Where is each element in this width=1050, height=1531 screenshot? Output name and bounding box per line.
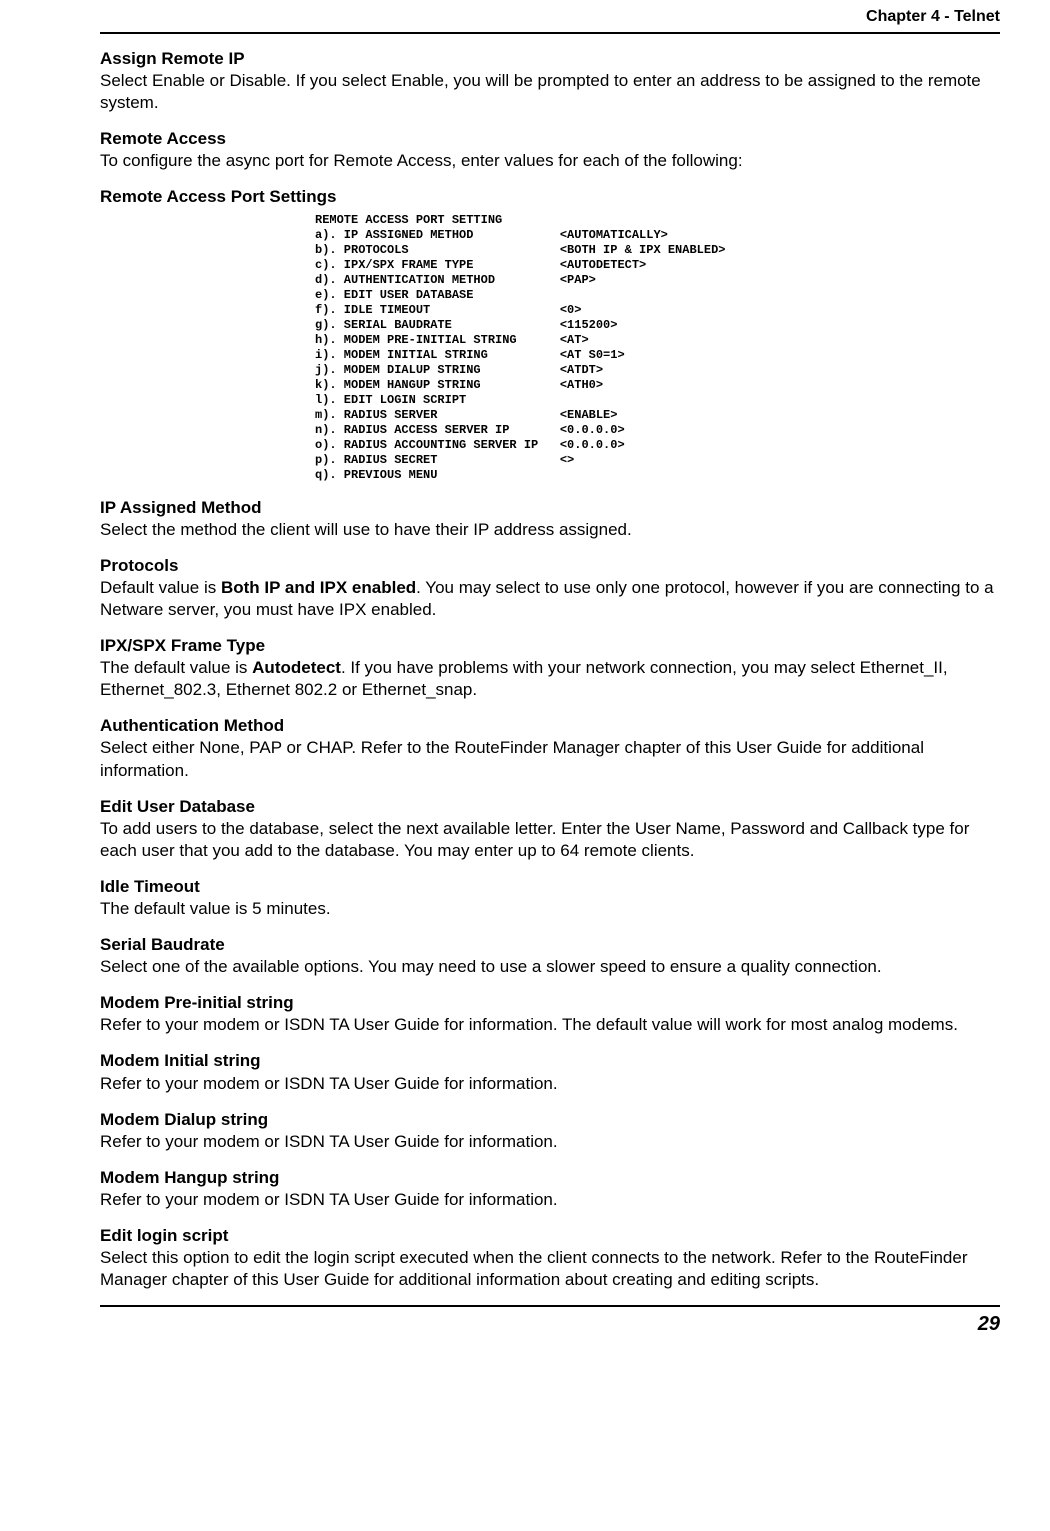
- section-ipx-spx-frame-type: IPX/SPX Frame Type The default value is …: [100, 635, 1000, 701]
- section-title: Authentication Method: [100, 715, 1000, 737]
- section-body: Select Enable or Disable. If you select …: [100, 70, 1000, 114]
- section-body: Refer to your modem or ISDN TA User Guid…: [100, 1189, 1000, 1211]
- text-prefix: Default value is: [100, 578, 221, 597]
- terminal-screenshot: REMOTE ACCESS PORT SETTING a). IP ASSIGN…: [315, 213, 1000, 483]
- section-title: Edit login script: [100, 1225, 1000, 1247]
- section-body: Refer to your modem or ISDN TA User Guid…: [100, 1014, 1000, 1036]
- section-title: Modem Dialup string: [100, 1109, 1000, 1131]
- page-header: Chapter 4 - Telnet: [100, 0, 1000, 34]
- section-modem-hangup: Modem Hangup string Refer to your modem …: [100, 1167, 1000, 1211]
- section-body: Refer to your modem or ISDN TA User Guid…: [100, 1131, 1000, 1153]
- section-title: Serial Baudrate: [100, 934, 1000, 956]
- section-body: Select one of the available options. You…: [100, 956, 1000, 978]
- section-title: Remote Access: [100, 128, 1000, 150]
- section-remote-access: Remote Access To configure the async por…: [100, 128, 1000, 172]
- section-title: IPX/SPX Frame Type: [100, 635, 1000, 657]
- chapter-label: Chapter 4 - Telnet: [866, 8, 1000, 25]
- section-body: Select this option to edit the login scr…: [100, 1247, 1000, 1291]
- section-edit-user-database: Edit User Database To add users to the d…: [100, 796, 1000, 862]
- section-title: IP Assigned Method: [100, 497, 1000, 519]
- section-body: To add users to the database, select the…: [100, 818, 1000, 862]
- section-title: Assign Remote IP: [100, 48, 1000, 70]
- section-authentication-method: Authentication Method Select either None…: [100, 715, 1000, 781]
- page-footer: 29: [100, 1305, 1000, 1336]
- section-body: To configure the async port for Remote A…: [100, 150, 1000, 172]
- section-edit-login-script: Edit login script Select this option to …: [100, 1225, 1000, 1291]
- section-body: Select the method the client will use to…: [100, 519, 1000, 541]
- section-idle-timeout: Idle Timeout The default value is 5 minu…: [100, 876, 1000, 920]
- section-modem-dialup: Modem Dialup string Refer to your modem …: [100, 1109, 1000, 1153]
- section-body: Default value is Both IP and IPX enabled…: [100, 577, 1000, 621]
- section-title: Modem Hangup string: [100, 1167, 1000, 1189]
- section-title: Idle Timeout: [100, 876, 1000, 898]
- section-title: Remote Access Port Settings: [100, 186, 1000, 208]
- section-title: Edit User Database: [100, 796, 1000, 818]
- section-body: The default value is Autodetect. If you …: [100, 657, 1000, 701]
- section-modem-pre-initial: Modem Pre-initial string Refer to your m…: [100, 992, 1000, 1036]
- text-prefix: The default value is: [100, 658, 252, 677]
- page-number: 29: [978, 1313, 1000, 1335]
- section-body: Select either None, PAP or CHAP. Refer t…: [100, 737, 1000, 781]
- section-modem-initial: Modem Initial string Refer to your modem…: [100, 1050, 1000, 1094]
- section-assign-remote-ip: Assign Remote IP Select Enable or Disabl…: [100, 48, 1000, 114]
- section-serial-baudrate: Serial Baudrate Select one of the availa…: [100, 934, 1000, 978]
- section-remote-access-port-settings: Remote Access Port Settings REMOTE ACCES…: [100, 186, 1000, 482]
- section-title: Modem Pre-initial string: [100, 992, 1000, 1014]
- section-body: Refer to your modem or ISDN TA User Guid…: [100, 1073, 1000, 1095]
- section-ip-assigned-method: IP Assigned Method Select the method the…: [100, 497, 1000, 541]
- text-bold: Autodetect: [252, 658, 341, 677]
- section-title: Modem Initial string: [100, 1050, 1000, 1072]
- text-bold: Both IP and IPX enabled: [221, 578, 416, 597]
- section-title: Protocols: [100, 555, 1000, 577]
- section-body: The default value is 5 minutes.: [100, 898, 1000, 920]
- section-protocols: Protocols Default value is Both IP and I…: [100, 555, 1000, 621]
